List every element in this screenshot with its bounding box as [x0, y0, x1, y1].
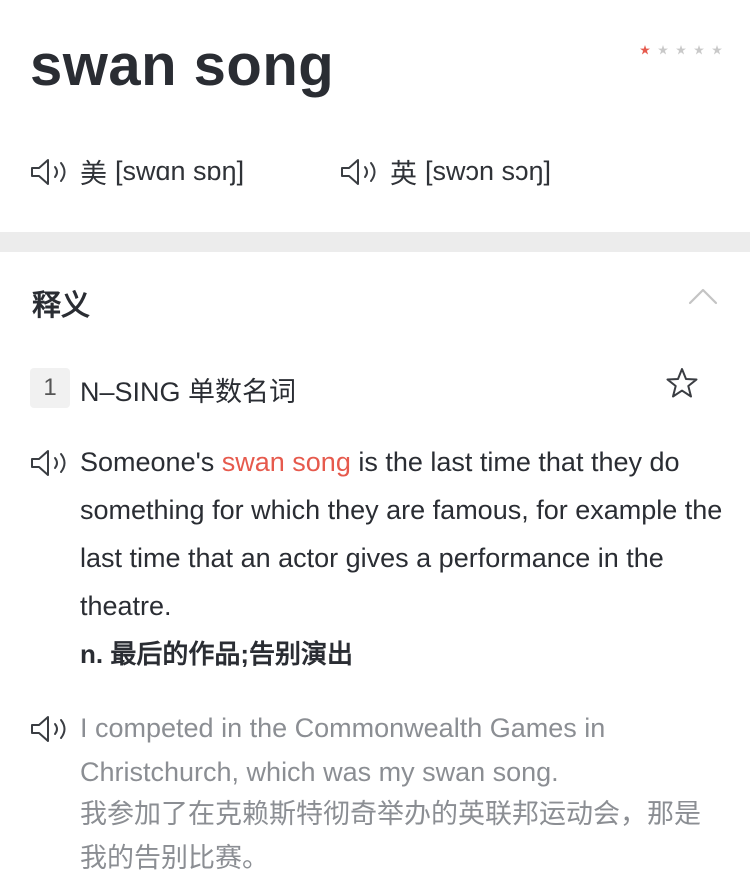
star-outline-icon[interactable]: [666, 367, 698, 399]
speaker-icon[interactable]: [30, 714, 72, 744]
chevron-up-icon[interactable]: [688, 286, 718, 306]
star-empty-icon: [658, 45, 668, 55]
pronunciation-us-label: 美: [80, 159, 107, 189]
star-filled-icon: [640, 45, 650, 55]
star-empty-icon: [676, 45, 686, 55]
frequency-rating: [640, 45, 722, 55]
definition-prefix: Someone's: [80, 447, 222, 477]
section-divider: [0, 232, 750, 252]
definition-text: Someone's swan song is the last time tha…: [80, 438, 730, 630]
speaker-icon[interactable]: [340, 157, 382, 187]
example-sentence: I competed in the Commonwealth Games in …: [80, 713, 606, 787]
pronunciation-uk[interactable]: 英 [swɔn sɔŋ]: [340, 152, 551, 191]
pronunciation-us-ipa: [swɑn sɒŋ]: [115, 156, 245, 186]
pronunciation-us[interactable]: 美 [swɑn sɒŋ]: [30, 152, 244, 191]
sense-number: 1: [30, 368, 70, 408]
example-translation: 我参加了在克赖斯特彻奇举办的英联邦运动会，那是我的告别比赛。: [80, 799, 701, 873]
pronunciation-uk-ipa: [swɔn sɔŋ]: [425, 156, 552, 186]
word-title: swan song: [30, 33, 335, 98]
definition-highlight[interactable]: swan song: [222, 447, 351, 477]
sense-part-of-speech: N–SING 单数名词: [80, 377, 297, 407]
speaker-icon[interactable]: [30, 157, 72, 187]
star-empty-icon: [694, 45, 704, 55]
pronunciation-uk-label: 英: [390, 159, 417, 189]
section-title: 释义: [32, 290, 91, 322]
speaker-icon[interactable]: [30, 448, 72, 478]
definition-translation: n. 最后的作品;告别演出: [80, 639, 353, 669]
star-empty-icon: [712, 45, 722, 55]
